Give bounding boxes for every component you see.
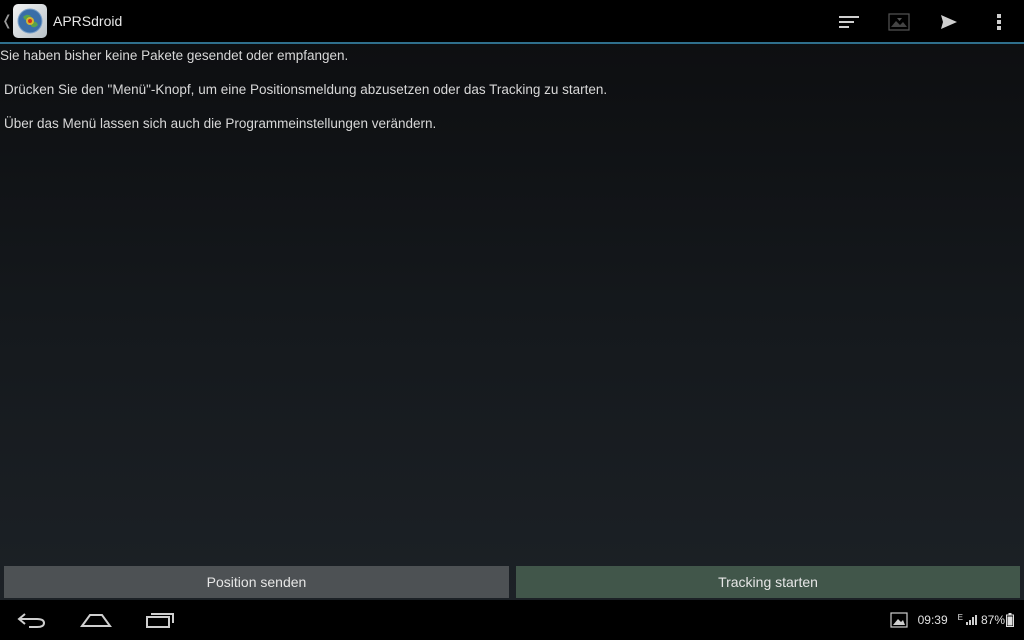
signal-icon [965, 615, 977, 625]
globe-icon [17, 8, 43, 34]
filter-icon [839, 16, 859, 28]
position-send-button[interactable]: Position senden [4, 566, 509, 598]
system-navigation-bar: 09:39 E 87% [0, 600, 1024, 640]
send-button[interactable] [924, 0, 974, 44]
home-icon [80, 614, 112, 627]
home-button[interactable] [74, 606, 118, 634]
bottom-button-row: Position senden Tracking starten [0, 565, 1024, 599]
action-bar: ❬ APRSdroid [0, 0, 1024, 44]
battery-percent: 87% [980, 613, 1005, 627]
message-no-packets: Sie haben bisher keine Pakete gesendet o… [0, 48, 349, 63]
app-title: APRSdroid [53, 13, 123, 29]
filter-button[interactable] [824, 0, 874, 44]
message-settings-hint: Über das Menü lassen sich auch die Progr… [4, 116, 437, 131]
up-caret-icon[interactable]: ❬ [1, 13, 13, 29]
recent-apps-button[interactable] [138, 606, 182, 634]
app-icon[interactable] [13, 4, 47, 38]
status-area[interactable]: 09:39 E 87% [884, 600, 1014, 640]
map-icon [888, 13, 910, 31]
overflow-menu-icon [997, 14, 1001, 30]
network-type: E [957, 613, 963, 622]
tracking-start-button[interactable]: Tracking starten [516, 566, 1020, 598]
recent-apps-icon [146, 613, 174, 628]
clock: 09:39 [917, 613, 948, 627]
overflow-menu-button[interactable] [974, 0, 1024, 44]
back-button[interactable] [10, 606, 54, 634]
message-menu-hint: Drücken Sie den "Menü"-Knopf, um eine Po… [4, 82, 608, 97]
back-icon [17, 613, 46, 628]
battery-icon [1006, 613, 1014, 627]
action-items [824, 0, 1024, 44]
map-button[interactable] [874, 0, 924, 44]
gallery-notification-icon [889, 612, 908, 628]
app-window: ❬ APRSdroid Sie haben bisher keine Paket… [0, 0, 1024, 600]
send-icon [941, 15, 957, 29]
